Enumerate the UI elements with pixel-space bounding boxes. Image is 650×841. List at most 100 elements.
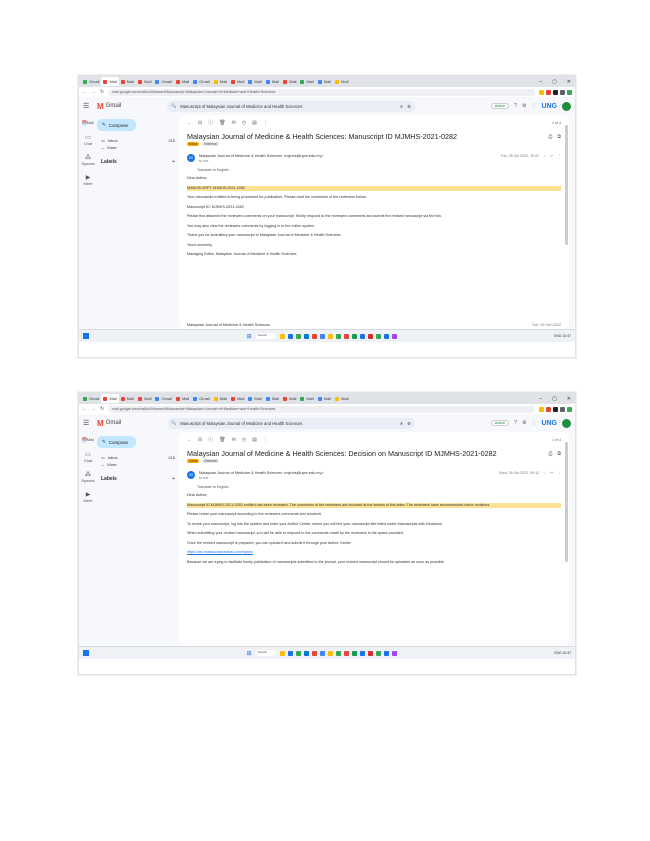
clear-search-icon[interactable]: ✕ — [400, 421, 404, 426]
translate-bar[interactable]: Translate to English — [197, 168, 561, 172]
taskbar-app-icon[interactable] — [343, 333, 349, 339]
apps-icon[interactable]: ⋮ — [531, 103, 536, 109]
url-field[interactable]: mail.google.com/mail/u/0/#search/Manuscr… — [108, 405, 535, 413]
browser-tab[interactable]: Gmail — [81, 77, 101, 86]
browser-tab[interactable]: Gmail — [81, 394, 101, 403]
print-icon[interactable]: ⎙ — [548, 134, 552, 140]
browser-tab[interactable]: Mail — [212, 394, 229, 403]
taskbar-app-icon[interactable] — [287, 333, 293, 339]
browser-tab[interactable]: Mail — [174, 77, 191, 86]
filter-icon[interactable]: ⚙ — [407, 421, 411, 426]
maximize-icon[interactable]: ▢ — [552, 396, 557, 402]
sidebar-item-more[interactable]: ⌄ More — [97, 461, 179, 468]
apps-icon[interactable]: ⋮ — [531, 420, 536, 426]
sender-name[interactable]: Malaysian Journal of Medicine & Health S… — [199, 471, 324, 475]
forward-icon[interactable]: → — [91, 406, 96, 412]
archive-icon[interactable]: ⊟ — [198, 437, 202, 443]
recipient[interactable]: to me — [199, 159, 324, 163]
taskbar-app-icon[interactable] — [311, 333, 317, 339]
settings-icon[interactable]: ⚙ — [522, 103, 526, 109]
hamburger-menu-icon[interactable]: ☰ — [83, 419, 97, 427]
taskbar-search[interactable]: Search — [255, 333, 276, 339]
browser-tab[interactable]: Mail — [136, 394, 153, 403]
status-badge[interactable]: Active — [490, 420, 510, 426]
help-icon[interactable]: ? — [514, 103, 517, 109]
extension-icon[interactable] — [553, 89, 558, 95]
taskbar-app-icon[interactable] — [335, 650, 341, 656]
extension-icon[interactable] — [546, 406, 551, 412]
archive-icon[interactable]: ⊟ — [198, 120, 202, 126]
taskbar-app-icon[interactable] — [287, 650, 293, 656]
taskbar-app-icon[interactable] — [295, 333, 301, 339]
taskbar-app-icon[interactable] — [279, 650, 285, 656]
report-spam-icon[interactable]: ⓘ — [208, 436, 213, 443]
back-icon[interactable]: ← — [82, 406, 87, 412]
star-icon[interactable]: ☆ — [543, 154, 546, 158]
browser-tab[interactable]: Mail — [246, 394, 263, 403]
taskbar-app-icon[interactable] — [351, 650, 357, 656]
compose-button[interactable]: ✎ Compose — [97, 119, 136, 131]
gmail-logo[interactable]: M Gmail — [97, 102, 167, 111]
rail-chat[interactable]: ▭ Chat — [84, 451, 92, 463]
scrollbar[interactable] — [565, 442, 568, 562]
help-icon[interactable]: ? — [514, 420, 517, 426]
search-input[interactable]: 🔍 Manuscript of Malaysian Journal of Med… — [167, 100, 415, 112]
filter-icon[interactable]: ⚙ — [407, 104, 411, 109]
taskbar-app-icon[interactable] — [359, 333, 365, 339]
back-icon[interactable]: ← — [82, 89, 87, 95]
rail-chat[interactable]: ▭ Chat — [84, 134, 92, 146]
avatar[interactable] — [562, 101, 571, 111]
more-icon[interactable]: ⋮ — [557, 154, 561, 158]
delete-icon[interactable]: 🗑 — [219, 120, 225, 126]
sidebar-item-inbox[interactable]: ▭ Inbox 215 — [97, 454, 179, 461]
reload-icon[interactable]: ↻ — [100, 406, 104, 412]
new-window-icon[interactable]: ⧉ — [557, 134, 561, 140]
taskbar-search[interactable]: Search — [255, 650, 276, 656]
browser-tab[interactable]: Gmail — [191, 394, 211, 403]
taskbar-app-icon[interactable] — [335, 333, 341, 339]
browser-tab[interactable]: Gmail — [153, 394, 173, 403]
rail-spaces[interactable]: ⁂ Spaces — [81, 154, 94, 166]
taskbar-app-icon[interactable] — [367, 333, 373, 339]
taskbar-app-icon[interactable] — [295, 650, 301, 656]
browser-tab[interactable]: Mail — [264, 77, 281, 86]
translate-bar[interactable]: Translate to English — [197, 485, 561, 489]
rail-meet[interactable]: ▶ Meet — [84, 174, 93, 186]
search-icon[interactable]: 🔍 — [171, 420, 176, 426]
extension-icon[interactable] — [560, 89, 565, 95]
close-icon[interactable]: ✕ — [567, 396, 571, 402]
avatar[interactable] — [562, 418, 571, 428]
scrollbar[interactable] — [565, 125, 568, 245]
star-icon[interactable]: ☆ — [543, 471, 546, 475]
taskbar-app-icon[interactable] — [319, 650, 325, 656]
taskbar-app-icon[interactable] — [303, 650, 309, 656]
rail-mail[interactable]: ✉Mail — [81, 436, 94, 443]
extension-icon[interactable] — [567, 89, 572, 95]
more-icon[interactable]: ⋮ — [263, 437, 268, 443]
tag-external[interactable]: External — [202, 459, 219, 463]
extension-icon[interactable] — [546, 89, 551, 95]
rail-spaces[interactable]: ⁂ Spaces — [81, 471, 94, 483]
url-field[interactable]: mail.google.com/mail/u/0/#search/Manuscr… — [108, 88, 535, 96]
browser-tab[interactable]: Gmail — [153, 77, 173, 86]
tag-inbox[interactable]: Inbox — [187, 142, 200, 146]
rail-meet[interactable]: ▶ Meet — [84, 491, 93, 503]
maximize-icon[interactable]: ▢ — [552, 79, 557, 85]
mark-unread-icon[interactable]: ✉ — [232, 120, 236, 126]
forward-icon[interactable]: → — [91, 89, 96, 95]
browser-tab[interactable]: Mail — [229, 77, 246, 86]
new-window-icon[interactable]: ⧉ — [557, 451, 561, 457]
reply-icon[interactable]: ↩ — [550, 154, 553, 158]
add-label-icon[interactable]: + — [172, 476, 175, 482]
next-message[interactable]: Malaysian Journal of Medicine & Health S… — [187, 323, 561, 327]
browser-tab[interactable]: Mail — [119, 394, 136, 403]
browser-tab[interactable]: Mail — [298, 394, 315, 403]
browser-tab[interactable]: Mail — [333, 77, 350, 86]
hamburger-menu-icon[interactable]: ☰ — [83, 102, 97, 110]
widgets-icon[interactable] — [83, 650, 89, 656]
browser-tab[interactable]: Mail — [298, 77, 315, 86]
tag-inbox[interactable]: Inbox — [187, 459, 200, 463]
delete-icon[interactable]: 🗑 — [219, 437, 225, 443]
taskbar-app-icon[interactable] — [375, 650, 381, 656]
clear-search-icon[interactable]: ✕ — [400, 104, 404, 109]
